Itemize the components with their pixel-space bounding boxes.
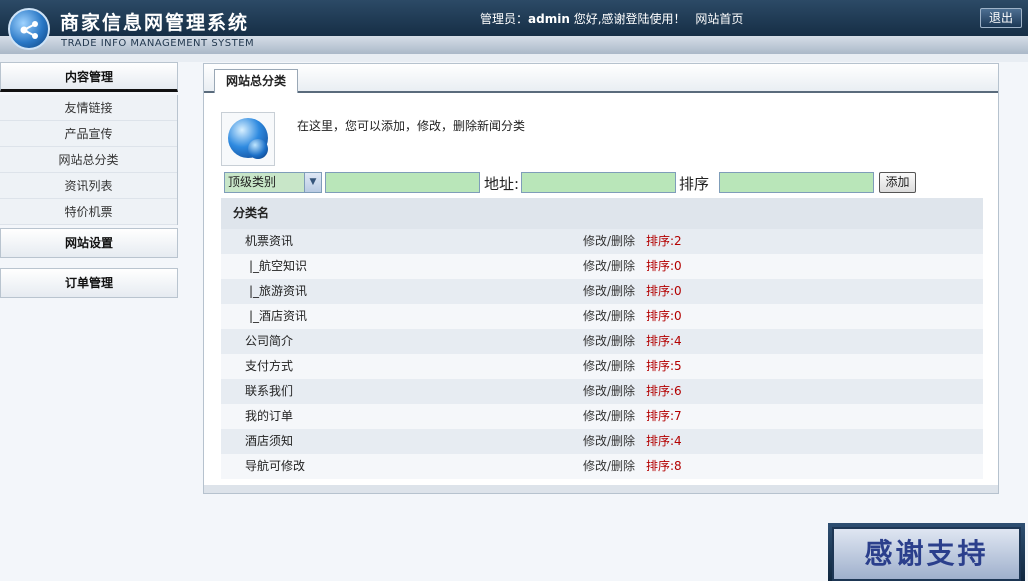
edit-delete-link[interactable]: 修改/删除	[583, 304, 635, 329]
category-name: 酒店须知	[245, 434, 294, 448]
edit-delete-link[interactable]: 修改/删除	[583, 379, 635, 404]
home-link[interactable]: 网站首页	[695, 12, 743, 26]
sidebar-section-content[interactable]: 内容管理	[0, 62, 178, 92]
parent-category-select[interactable]: 顶级类别 ▼	[224, 172, 322, 193]
intro-text: 在这里，您可以添加，修改，删除新闻分类	[297, 119, 526, 133]
thanks-banner: 感谢支持	[828, 523, 1025, 581]
globe-icon-small	[248, 139, 268, 159]
sidebar-content-list: 友情链接 产品宣传 网站总分类 资讯列表 特价机票	[0, 95, 178, 225]
logo-icon	[8, 8, 50, 50]
add-button[interactable]: 添加	[879, 172, 916, 193]
sort-label: 排序	[679, 175, 710, 193]
table-row: |_酒店资讯 修改/删除 排序:0	[221, 304, 983, 329]
edit-delete-link[interactable]: 修改/删除	[583, 329, 635, 354]
edit-delete-link[interactable]: 修改/删除	[583, 454, 635, 479]
category-name: |_航空知识	[249, 259, 308, 273]
table-row: 联系我们 修改/删除 排序:6	[221, 379, 983, 404]
sidebar-item-categories[interactable]: 网站总分类	[0, 147, 177, 173]
sidebar-section-settings[interactable]: 网站设置	[0, 228, 178, 258]
panel-footer-bar	[204, 485, 998, 493]
logout-button[interactable]: 退出	[980, 8, 1022, 28]
sidebar-item-links[interactable]: 友情链接	[0, 95, 177, 121]
table-row: |_旅游资讯 修改/删除 排序:0	[221, 279, 983, 304]
sidebar-item-tickets[interactable]: 特价机票	[0, 199, 177, 225]
edit-delete-link[interactable]: 修改/删除	[583, 354, 635, 379]
panel-tab-bar: 网站总分类	[204, 64, 998, 93]
sort-value: 排序:4	[646, 434, 682, 448]
category-name: 导航可修改	[245, 459, 306, 473]
sort-value: 排序:0	[646, 309, 682, 323]
category-name: 机票资讯	[245, 234, 294, 248]
sort-value: 排序:4	[646, 334, 682, 348]
admin-name: admin	[528, 12, 570, 26]
category-name: 联系我们	[245, 384, 294, 398]
table-row: 支付方式 修改/删除 排序:5	[221, 354, 983, 379]
table-header: 分类名	[221, 198, 983, 229]
category-name: 支付方式	[245, 359, 294, 373]
app-header: 商家信息网管理系统 TRADE INFO MANAGEMENT SYSTEM 管…	[0, 0, 1028, 54]
category-name: 公司简介	[245, 334, 294, 348]
right-gutter	[1000, 63, 1028, 523]
header-divider	[0, 54, 1028, 62]
welcome-prefix: 管理员：	[480, 12, 529, 26]
address-label: 地址:	[484, 175, 520, 193]
table-row: 机票资讯 修改/删除 排序:2	[221, 229, 983, 254]
site-subtitle: TRADE INFO MANAGEMENT SYSTEM	[61, 38, 255, 49]
category-name: 我的订单	[245, 409, 294, 423]
sidebar-section-orders[interactable]: 订单管理	[0, 268, 178, 298]
sort-value: 排序:0	[646, 259, 682, 273]
edit-delete-link[interactable]: 修改/删除	[583, 254, 635, 279]
table-row: 我的订单 修改/删除 排序:7	[221, 404, 983, 429]
edit-delete-link[interactable]: 修改/删除	[583, 404, 635, 429]
table-row: 公司简介 修改/删除 排序:4	[221, 329, 983, 354]
sort-input[interactable]	[719, 172, 874, 193]
add-category-form: 顶级类别 ▼ 地址: 排序 添加	[224, 172, 984, 194]
tab-categories[interactable]: 网站总分类	[214, 69, 298, 93]
sort-value: 排序:2	[646, 234, 682, 248]
sort-value: 排序:7	[646, 409, 682, 423]
sort-value: 排序:6	[646, 384, 682, 398]
edit-delete-link[interactable]: 修改/删除	[583, 279, 635, 304]
sort-value: 排序:8	[646, 459, 682, 473]
category-name: |_酒店资讯	[249, 309, 308, 323]
globe-icon	[221, 112, 275, 166]
chevron-down-icon: ▼	[304, 173, 321, 192]
welcome-message: 管理员：admin 您好,感谢登陆使用！ 网站首页	[480, 10, 743, 27]
category-name: |_旅游资讯	[249, 284, 308, 298]
address-input[interactable]	[521, 172, 676, 193]
category-table: 分类名 机票资讯 修改/删除 排序:2 |_航空知识 修改/删除 排序:0 |_…	[221, 198, 983, 479]
table-row: |_航空知识 修改/删除 排序:0	[221, 254, 983, 279]
sidebar: 内容管理 友情链接 产品宣传 网站总分类 资讯列表 特价机票 网站设置 订单管理	[0, 62, 178, 581]
edit-delete-link[interactable]: 修改/删除	[583, 429, 635, 454]
site-title: 商家信息网管理系统	[60, 12, 250, 34]
thanks-banner-text: 感谢支持	[832, 527, 1021, 581]
welcome-suffix: 您好,感谢登陆使用！	[569, 12, 686, 26]
table-row: 酒店须知 修改/删除 排序:4	[221, 429, 983, 454]
sidebar-item-products[interactable]: 产品宣传	[0, 121, 177, 147]
edit-delete-link[interactable]: 修改/删除	[583, 229, 635, 254]
category-name-input[interactable]	[325, 172, 480, 193]
table-row: 导航可修改 修改/删除 排序:8	[221, 454, 983, 479]
sort-value: 排序:5	[646, 359, 682, 373]
main-panel: 网站总分类 在这里，您可以添加，修改，删除新闻分类 顶级类别 ▼ 地址: 排序 …	[203, 63, 999, 494]
parent-category-value: 顶级类别	[228, 175, 277, 189]
sort-value: 排序:0	[646, 284, 682, 298]
sidebar-item-news[interactable]: 资讯列表	[0, 173, 177, 199]
